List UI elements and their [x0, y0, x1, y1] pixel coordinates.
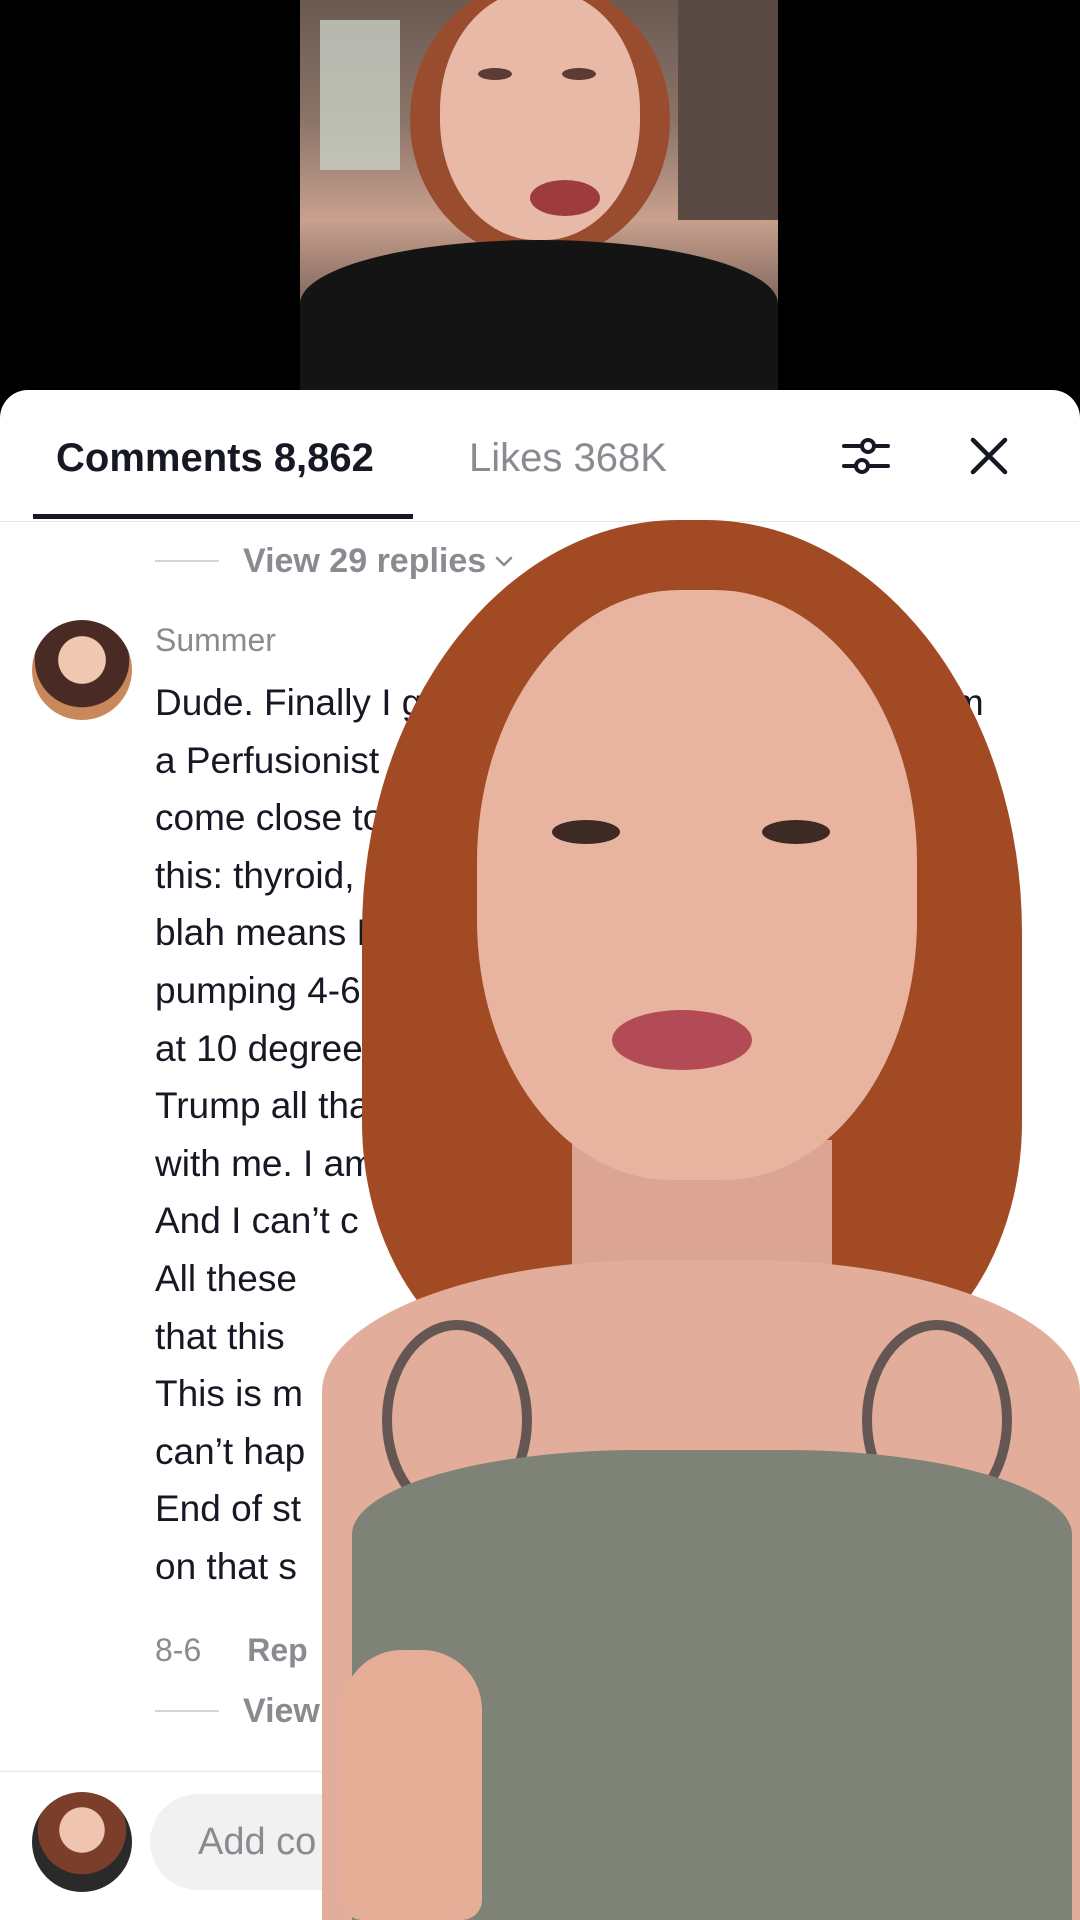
comment-line: blah means NO: [155, 912, 413, 954]
current-user-avatar: [32, 1792, 132, 1892]
add-comment-input[interactable]: [150, 1794, 1050, 1890]
comment-text: Dude. Finally I got fyp. I’m a Perfusioni…: [155, 674, 1035, 1596]
comment-line: This is m: [155, 1373, 303, 1415]
comment-line: All these: [155, 1257, 297, 1299]
comments-sheet: Comments 8,862 Likes 368K View 29 replie…: [0, 390, 1080, 1920]
comment-line: at 10 degrees C: [155, 1027, 419, 1069]
comment-author-name[interactable]: Summer: [155, 622, 276, 659]
creator-eye-right: [562, 68, 596, 80]
comment-date: 8-6: [155, 1632, 202, 1668]
comment-line: with me. I am t: [155, 1142, 396, 1184]
comment-line: Dude. Finally I got fyp. I’m: [155, 682, 984, 723]
divider-line: [155, 1710, 219, 1712]
view-replies-label: View: [243, 1691, 320, 1730]
view-replies-top[interactable]: View 29 replies: [155, 536, 516, 586]
tab-comments[interactable]: Comments 8,862: [56, 436, 374, 481]
divider-line: [155, 560, 219, 562]
comment-composer: [0, 1771, 1080, 1920]
tab-likes[interactable]: Likes 368K: [469, 436, 667, 481]
view-replies-bottom[interactable]: View: [155, 1686, 320, 1736]
creator-shirt: [300, 240, 778, 400]
background-window: [320, 20, 400, 170]
creator-mouth: [530, 180, 600, 216]
comment-line: End of st: [155, 1488, 302, 1530]
comment-line: And I can’t c: [155, 1200, 359, 1242]
comment-line: pumping 4-6 L ood: [155, 969, 925, 1011]
close-icon[interactable]: [963, 430, 1015, 482]
comment-line: come close to c an. All: [155, 797, 955, 839]
chevron-down-icon: [495, 556, 513, 567]
creator-eye-left: [478, 68, 512, 80]
comment-meta: 8-6 Rep: [155, 1632, 308, 1669]
background-wall: [678, 0, 778, 220]
comment-line: this: thyroid, sp blah: [155, 854, 927, 896]
comment-line: on that s: [155, 1545, 297, 1587]
comment-line: that this: [155, 1315, 285, 1357]
comment-line: a Perfusionist and e even: [155, 739, 964, 781]
reply-button[interactable]: Rep: [247, 1632, 307, 1669]
comment-line: can’t hap: [155, 1430, 306, 1472]
top-video[interactable]: [300, 0, 778, 400]
active-tab-indicator: [33, 514, 413, 519]
comment-author-avatar[interactable]: [32, 620, 132, 720]
comment-line: Trump all that. F e: [155, 1085, 896, 1127]
sheet-header: Comments 8,862 Likes 368K: [0, 390, 1080, 522]
view-replies-label: View 29 replies: [243, 541, 487, 580]
filter-sliders-icon[interactable]: [840, 430, 892, 482]
